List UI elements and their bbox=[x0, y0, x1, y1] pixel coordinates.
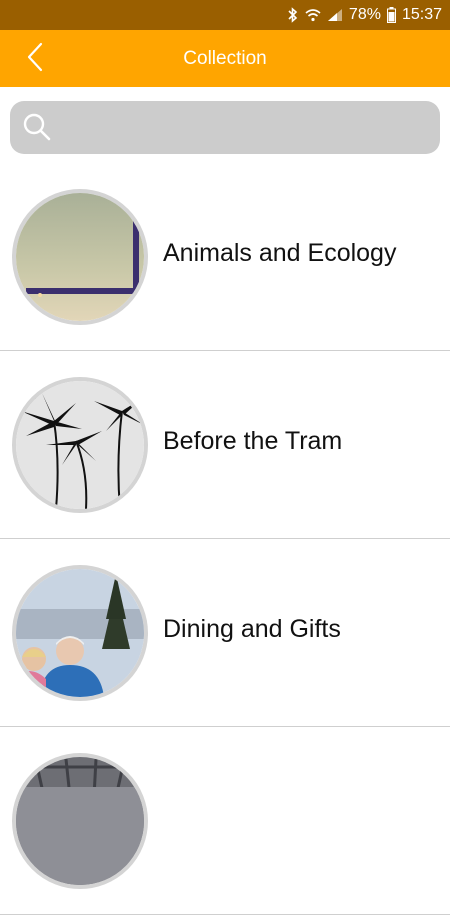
item-thumbnail bbox=[12, 189, 148, 325]
item-thumbnail bbox=[12, 565, 148, 701]
item-label: Before the Tram bbox=[163, 427, 343, 455]
list-item-collection-4[interactable] bbox=[0, 727, 450, 915]
search-icon bbox=[22, 112, 52, 147]
app-bar: Collection bbox=[0, 30, 450, 87]
clock: 15:37 bbox=[401, 6, 442, 23]
item-thumbnail bbox=[12, 753, 148, 889]
page-title: Collection bbox=[183, 47, 267, 69]
bluetooth-icon bbox=[287, 7, 299, 23]
status-bar: 78% 15:37 bbox=[0, 0, 450, 30]
back-button[interactable] bbox=[18, 42, 52, 76]
list-item-animals-ecology[interactable]: Animals and Ecology bbox=[0, 163, 450, 351]
list-item-dining-and-gifts[interactable]: Dining and Gifts bbox=[0, 539, 450, 727]
battery-percent: 78% bbox=[348, 6, 381, 23]
search-bar[interactable] bbox=[10, 101, 440, 156]
search-input[interactable] bbox=[66, 101, 430, 156]
item-label: Animals and Ecology bbox=[163, 239, 397, 267]
collection-list: Animals and Ecology Before the Tram Dini… bbox=[0, 163, 450, 915]
signal-icon bbox=[327, 8, 343, 22]
battery-icon bbox=[386, 7, 396, 23]
list-item-before-the-tram[interactable]: Before the Tram bbox=[0, 351, 450, 539]
item-label: Dining and Gifts bbox=[163, 615, 341, 643]
item-thumbnail bbox=[12, 377, 148, 513]
wifi-icon bbox=[305, 8, 321, 22]
chevron-left-icon bbox=[25, 42, 45, 77]
